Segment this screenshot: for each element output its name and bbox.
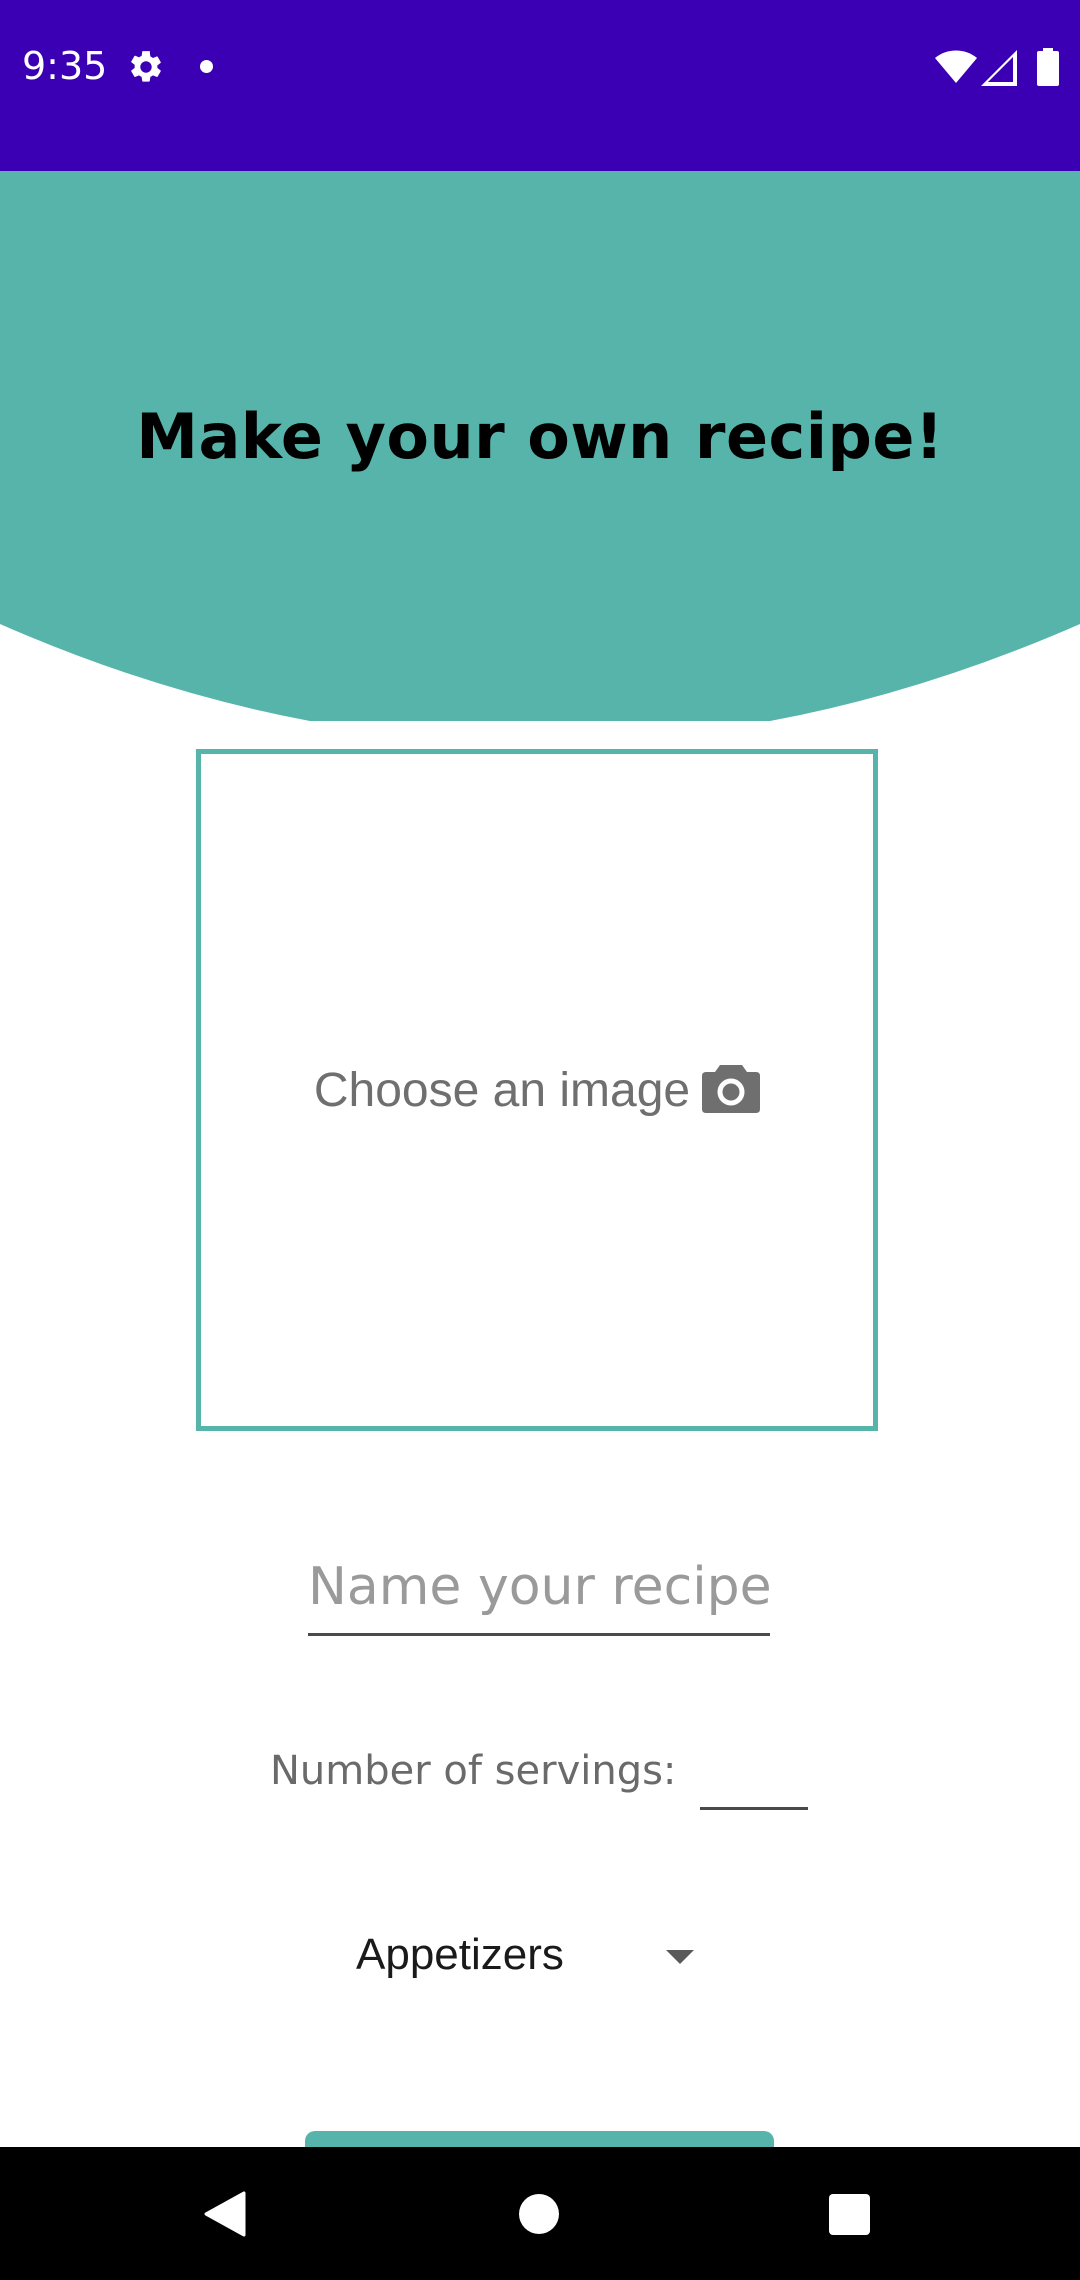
wifi-icon (935, 50, 977, 83)
dropdown-arrow-icon (666, 1950, 694, 1964)
signal-icon (981, 50, 1017, 86)
nav-bar (0, 2147, 1080, 2280)
category-selected-value: Appetizers (356, 1930, 564, 1979)
recipe-name-input[interactable] (308, 1540, 770, 1636)
battery-icon (1037, 48, 1059, 86)
screen: 9:35 Make your own recipe! Choose an ima… (0, 0, 1080, 2280)
camera-icon (702, 1065, 761, 1113)
status-bar: 9:35 (0, 0, 1080, 171)
recipe-name-field (308, 1540, 770, 1640)
gear-icon (131, 51, 161, 82)
back-icon[interactable] (204, 2191, 246, 2237)
recents-icon[interactable] (829, 2194, 870, 2235)
servings-label: Number of servings: (270, 1748, 677, 1794)
image-chooser[interactable]: Choose an image (196, 749, 878, 1431)
status-time: 9:35 (22, 44, 108, 88)
home-icon[interactable] (519, 2194, 559, 2234)
category-dropdown[interactable]: Appetizers (340, 1920, 720, 1990)
servings-input[interactable] (700, 1738, 808, 1810)
image-chooser-label: Choose an image (313, 1063, 691, 1117)
notification-dot-icon (200, 60, 213, 73)
image-chooser-content: Choose an image (201, 754, 873, 1426)
page-title: Make your own recipe! (136, 400, 944, 473)
